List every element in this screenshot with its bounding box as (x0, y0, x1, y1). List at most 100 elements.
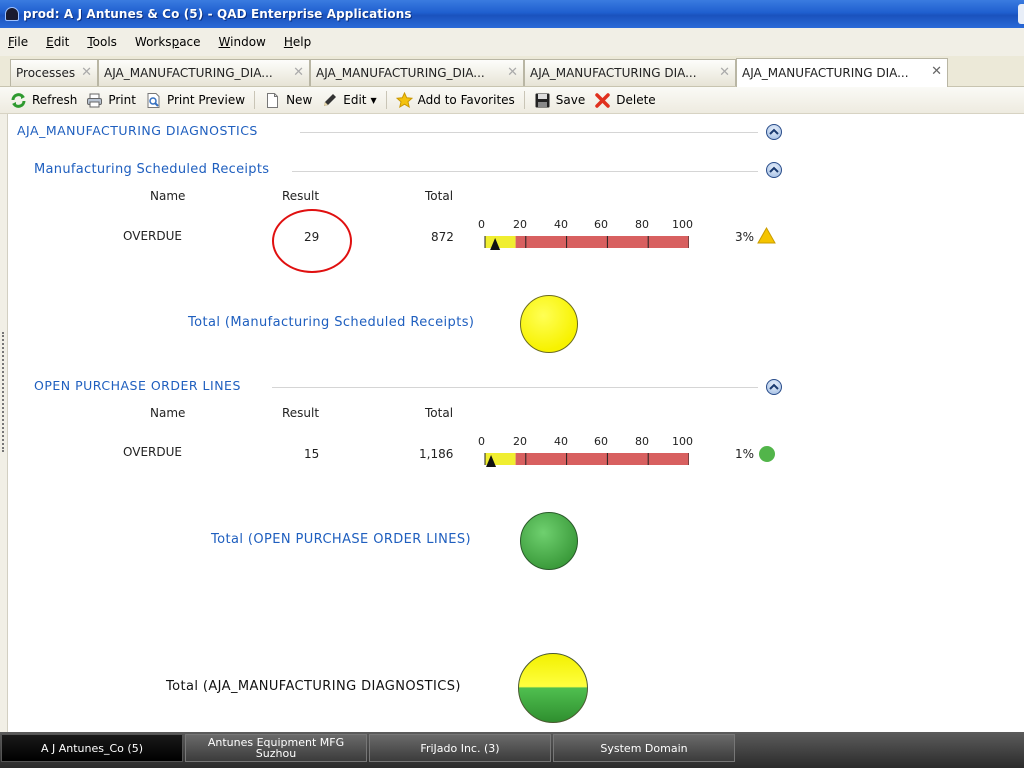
domain-button-aj-antunes[interactable]: A J Antunes_Co (5) (1, 734, 183, 762)
gauge-band-red (515, 453, 689, 465)
dashboard-panel: AJA_MANUFACTURING DIAGNOSTICS Manufactur… (8, 114, 1024, 732)
tab-diagnostics-1[interactable]: AJA_MANUFACTURING_DIA... ✕ (98, 59, 310, 86)
pencil-icon (321, 92, 338, 109)
edit-label: Edit (343, 93, 367, 107)
window-control-edge[interactable] (1018, 4, 1024, 24)
tab-label: AJA_MANUFACTURING_DIA... (316, 66, 485, 80)
window-title-bar: prod: A J Antunes & Co (5) - QAD Enterpr… (0, 0, 1024, 28)
tab-label: AJA_MANUFACTURING DIA... (530, 66, 697, 80)
menu-help-label: elp (292, 35, 312, 49)
new-document-icon (264, 92, 281, 109)
highlight-circle (272, 209, 352, 273)
tab-strip: Processes ✕ AJA_MANUFACTURING_DIA... ✕ A… (0, 56, 1024, 87)
gauge-band-red (515, 236, 689, 248)
tab-diagnostics-2[interactable]: AJA_MANUFACTURING_DIA... ✕ (310, 59, 524, 86)
chevron-up-icon (769, 128, 779, 135)
new-button[interactable]: New (264, 92, 312, 109)
refresh-label: Refresh (32, 93, 78, 107)
gauge-bar (484, 453, 689, 467)
metric-name-link[interactable]: OVERDUE (123, 229, 182, 243)
result-value: 15 (304, 447, 320, 461)
star-icon (395, 91, 413, 109)
column-header-name: Name (150, 406, 186, 420)
print-button[interactable]: Print (86, 92, 136, 109)
menu-edit[interactable]: Edit (46, 35, 69, 49)
delete-x-icon (594, 92, 611, 109)
metric-name-link[interactable]: OVERDUE (123, 445, 182, 459)
left-splitter[interactable] (0, 114, 8, 732)
percent-value: 1% (735, 447, 755, 461)
menu-tools[interactable]: Tools (87, 35, 117, 49)
refresh-button[interactable]: Refresh (10, 92, 77, 109)
close-icon[interactable]: ✕ (719, 65, 730, 80)
tab-processes[interactable]: Processes ✕ (10, 59, 98, 86)
floppy-disk-icon (534, 92, 551, 109)
gauge-bar (484, 236, 689, 250)
dashboard-title: AJA_MANUFACTURING DIAGNOSTICS (17, 123, 258, 138)
domain-button-system[interactable]: System Domain (553, 734, 735, 762)
section-title: Manufacturing Scheduled Receipts (34, 162, 270, 177)
column-header-result: Result (282, 189, 320, 203)
percent-value: 3% (735, 230, 755, 244)
chevron-up-icon (769, 383, 779, 390)
menu-file[interactable]: File (8, 35, 28, 49)
menu-tools-label: ools (92, 35, 117, 49)
divider (292, 171, 758, 172)
menu-help-mnemonic: H (283, 35, 293, 49)
section-total-label: Total (Manufacturing Scheduled Receipts) (188, 315, 475, 330)
tab-diagnostics-3[interactable]: AJA_MANUFACTURING DIA... ✕ (524, 59, 736, 86)
menu-file-label: ile (14, 35, 29, 49)
progress-gauge: 0 20 40 60 80 100 (474, 218, 693, 252)
tab-label: AJA_MANUFACTURING DIA... (742, 66, 909, 80)
menu-workspace[interactable]: Workspace (135, 35, 201, 49)
menu-edit-mnemonic: E (46, 35, 54, 49)
domain-button-antunes-suzhou[interactable]: Antunes Equipment MFG Suzhou (185, 734, 367, 762)
menu-window-mnemonic: W (218, 35, 231, 49)
print-label: Print (108, 93, 136, 107)
close-icon[interactable]: ✕ (293, 65, 304, 80)
print-preview-button[interactable]: Print Preview (145, 92, 245, 109)
total-value: 872 (431, 230, 454, 244)
add-to-favorites-label: Add to Favorites (417, 93, 515, 107)
close-icon[interactable]: ✕ (931, 64, 942, 79)
toolbar-divider (385, 91, 387, 109)
close-icon[interactable]: ✕ (507, 65, 518, 80)
close-icon[interactable]: ✕ (81, 65, 92, 80)
status-indicator-yellow (520, 295, 578, 353)
collapse-section-button[interactable] (766, 379, 782, 395)
add-to-favorites-button[interactable]: Add to Favorites (395, 91, 515, 109)
menu-edit-label: dit (53, 35, 70, 49)
collapse-section-button[interactable] (766, 162, 782, 178)
status-indicator-split (518, 653, 588, 723)
menu-help[interactable]: Help (284, 35, 311, 49)
domain-button-frijado[interactable]: FriJado Inc. (3) (369, 734, 551, 762)
status-ok-dot-icon (759, 446, 775, 462)
column-header-total: Total (425, 189, 454, 203)
save-button[interactable]: Save (534, 92, 585, 109)
delete-button[interactable]: Delete (594, 92, 656, 109)
toolbar: Refresh Print Print Preview New Edit ▼ A… (0, 87, 1024, 114)
tab-diagnostics-active[interactable]: AJA_MANUFACTURING DIA... ✕ (736, 58, 948, 87)
menu-bar: File Edit Tools Workspace Window Help (0, 28, 1024, 56)
edit-button[interactable]: Edit ▼ (321, 92, 377, 109)
menu-window[interactable]: Window (219, 35, 266, 49)
window-title: prod: A J Antunes & Co (5) - QAD Enterpr… (23, 7, 412, 21)
app-icon (5, 7, 19, 21)
printer-icon (86, 92, 103, 109)
warning-triangle-icon (757, 226, 776, 247)
save-label: Save (555, 93, 586, 107)
column-header-total: Total (425, 406, 454, 420)
domain-label: System Domain (600, 741, 688, 755)
domain-label: A J Antunes_Co (5) (40, 741, 143, 755)
delete-label: Delete (616, 93, 656, 107)
splitter-grip-icon[interactable] (2, 332, 5, 452)
collapse-dashboard-button[interactable] (766, 124, 782, 140)
tab-label: AJA_MANUFACTURING_DIA... (104, 66, 273, 80)
domain-label: FriJado Inc. (3) (420, 741, 500, 755)
tab-label: Processes (16, 66, 76, 80)
chevron-down-icon[interactable]: ▼ (371, 96, 377, 105)
gauge-band-yellow (485, 236, 516, 248)
progress-gauge: 0 20 40 60 80 100 (474, 435, 693, 469)
menu-workspace-label-end: ace (179, 35, 201, 49)
section-total-label: Total (OPEN PURCHASE ORDER LINES) (211, 532, 471, 547)
